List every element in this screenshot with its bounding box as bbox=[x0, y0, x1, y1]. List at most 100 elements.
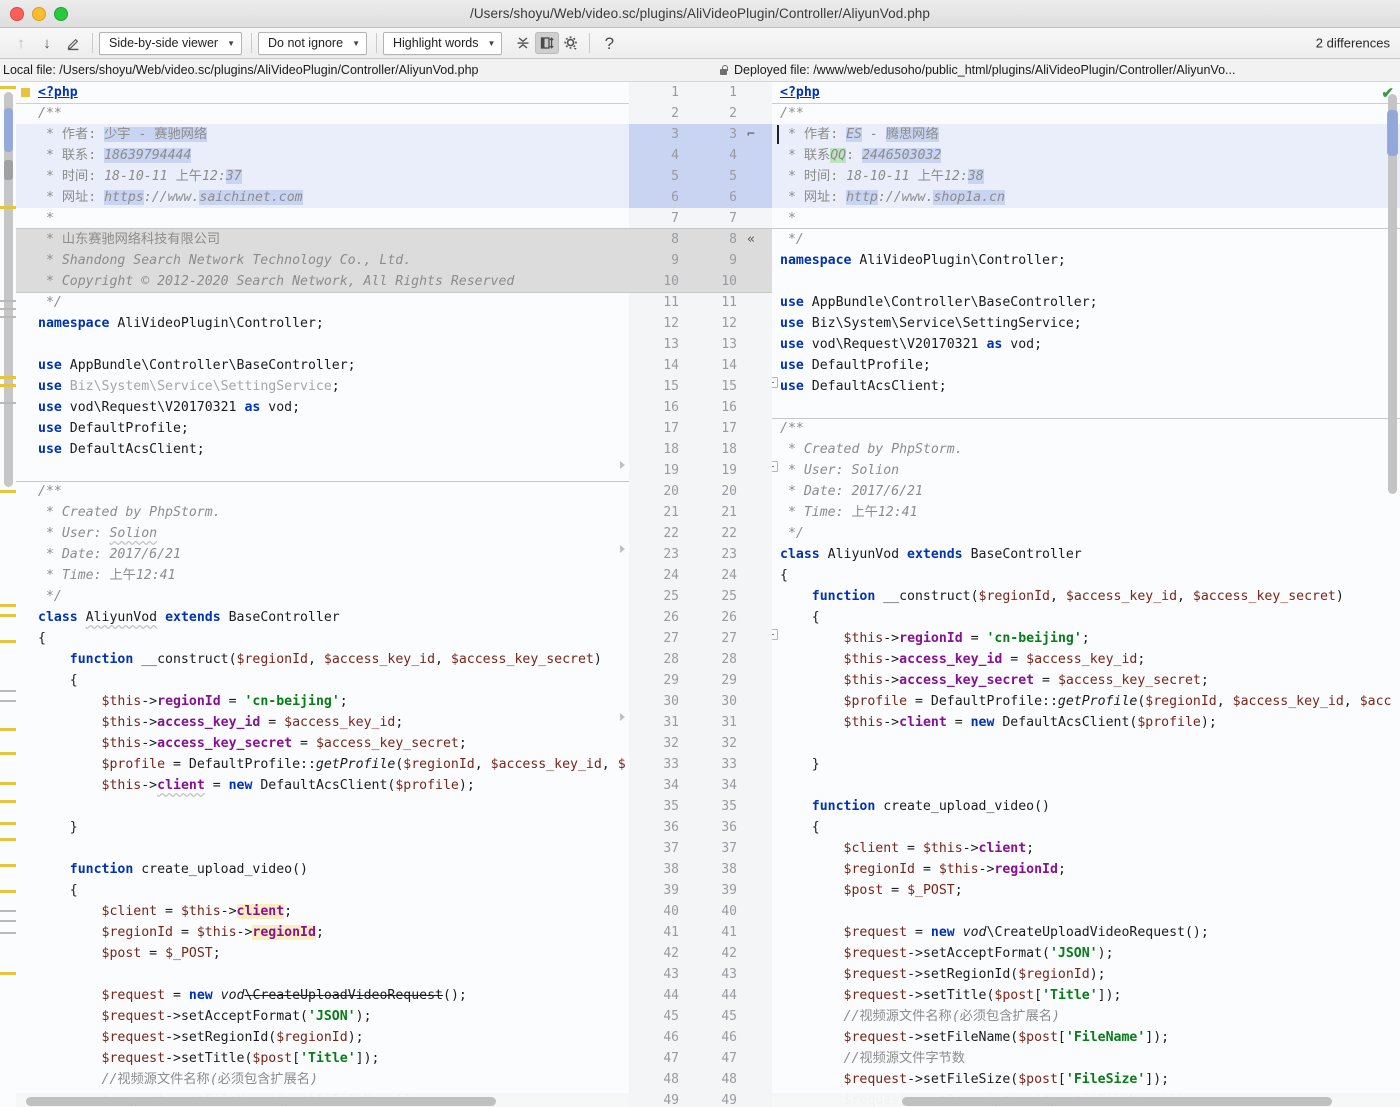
fold-triangle-1[interactable] bbox=[620, 461, 625, 469]
overview-marker-warn-1 bbox=[0, 206, 16, 209]
pencil-icon[interactable] bbox=[60, 31, 86, 55]
code-line: * 时间: 18-10-11 上午12:37 bbox=[38, 169, 242, 184]
overview-marker-modified bbox=[4, 108, 13, 152]
code-line: namespace AliVideoPlugin\Controller; bbox=[780, 253, 1066, 268]
fold-handle-3[interactable] bbox=[772, 629, 778, 640]
overview-marker-warn-12 bbox=[0, 822, 16, 825]
overview-marker-warn-13 bbox=[0, 838, 16, 841]
deployed-code-area[interactable]: <?php /** * 作者: ES - 腾思网络 * 联系QQ: 244650… bbox=[772, 82, 1400, 1107]
code-line: $this->access_key_secret = $access_key_s… bbox=[101, 736, 467, 751]
code-line: /** bbox=[38, 484, 62, 499]
code-line: $request->setTitle($post['Title']); bbox=[101, 1051, 380, 1066]
local-code-area[interactable]: <?php /** * 作者: 少宇 - 赛驰网络 * 联系: 18639794… bbox=[16, 82, 629, 1107]
code-line: $profile = DefaultProfile::getProfile($r… bbox=[101, 757, 626, 772]
collapse-glyph bbox=[517, 37, 529, 49]
code-line: $client = $this->client; bbox=[101, 904, 293, 919]
code-line: * Date: 2017/6/21 bbox=[780, 484, 923, 499]
help-icon[interactable]: ? bbox=[596, 31, 622, 55]
local-file-path: Local file: /Users/shoyu/Web/video.sc/pl… bbox=[3, 63, 479, 77]
code-line: $client = $this->client; bbox=[843, 841, 1035, 856]
code-line: * Time: 上午12:41 bbox=[38, 568, 176, 583]
code-line: class AliyunVod extends BaseController bbox=[780, 547, 1082, 562]
overview-marker-warn-6 bbox=[0, 614, 16, 617]
code-line: $this->client = new DefaultAcsClient($pr… bbox=[101, 778, 475, 793]
code-line: use DefaultAcsClient; bbox=[38, 442, 205, 457]
code-line: <?php bbox=[38, 85, 78, 100]
overview-marker-info-3 bbox=[0, 316, 16, 318]
code-line: //视频源文件名称(必须包含扩展名) bbox=[780, 1009, 1060, 1024]
right-horizontal-scrollbar[interactable] bbox=[902, 1097, 1332, 1106]
file-path-bar: Local file: /Users/shoyu/Web/video.sc/pl… bbox=[0, 59, 1400, 82]
code-line: //视频源文件字节数 bbox=[780, 1051, 965, 1066]
code-line: use DefaultAcsClient; bbox=[780, 379, 947, 394]
line-numbers-local: 1234 5678 9 10 11 12 13 14 15 16 17 18 19 20 21 22… bbox=[663, 85, 679, 1107]
left-overview-scrollbar[interactable] bbox=[0, 82, 16, 1107]
overview-marker-warn-7 bbox=[0, 640, 16, 643]
toolbar-separator-2 bbox=[251, 33, 252, 53]
code-line: * Created by PhpStorm. bbox=[780, 442, 963, 457]
viewer-mode-dropdown[interactable]: Side-by-side viewer ▼ bbox=[99, 31, 242, 55]
viewer-mode-label: Side-by-side viewer bbox=[109, 36, 219, 50]
diff-toolbar: ↑ ↓ Side-by-side viewer ▼ Do not ignore … bbox=[0, 28, 1400, 59]
fold-triangle-3[interactable] bbox=[620, 713, 625, 721]
code-line: { bbox=[38, 883, 78, 898]
gear-glyph bbox=[564, 35, 577, 50]
code-line: /** bbox=[780, 421, 804, 436]
code-line: * User: Solion bbox=[780, 463, 900, 478]
code-line: class AliyunVod extends BaseController bbox=[38, 610, 340, 625]
overview-marker-warn-16 bbox=[0, 972, 16, 975]
synchronize-scroll-icon[interactable] bbox=[535, 32, 560, 54]
code-line: $request->setRegionId($regionId); bbox=[843, 967, 1106, 982]
left-horizontal-scrollbar[interactable] bbox=[26, 1097, 496, 1106]
code-line: $request->setRegionId($regionId); bbox=[101, 1030, 364, 1045]
collapse-unchanged-icon[interactable] bbox=[511, 32, 535, 54]
chevron-down-icon: ▼ bbox=[487, 38, 496, 48]
overview-marker-info-8 bbox=[0, 920, 16, 922]
fold-handle-1[interactable] bbox=[772, 377, 778, 388]
code-line: * 时间: 18-10-11 上午12:38 bbox=[780, 169, 984, 184]
arrow-up-icon[interactable]: ↑ bbox=[8, 31, 34, 55]
overview-marker-info-2 bbox=[0, 308, 16, 310]
gear-icon[interactable] bbox=[559, 32, 583, 54]
code-line: */ bbox=[38, 589, 62, 604]
overview-marker-warn-9 bbox=[0, 752, 16, 755]
overview-marker-info-5 bbox=[0, 690, 16, 692]
sync-scroll-glyph bbox=[541, 37, 555, 49]
code-line: $request->setAcceptFormat('JSON'); bbox=[101, 1009, 372, 1024]
ignore-policy-dropdown[interactable]: Do not ignore ▼ bbox=[258, 31, 367, 55]
local-file-pane[interactable]: <?php /** * 作者: 少宇 - 赛驰网络 * 联系: 18639794… bbox=[16, 82, 629, 1107]
code-line: function __construct($regionId, $access_… bbox=[69, 652, 602, 667]
code-line: /** bbox=[38, 106, 62, 121]
fold-handle-2[interactable] bbox=[772, 461, 778, 472]
arrow-down-icon[interactable]: ↓ bbox=[34, 31, 60, 55]
overview-marker-warn-10 bbox=[0, 782, 16, 785]
deployed-file-path: Deployed file: /www/web/edusoho/public_h… bbox=[734, 63, 1236, 77]
code-line: use AppBundle\Controller\BaseController; bbox=[38, 358, 356, 373]
code-line: * Copyright © 2012-2020 Search Network, … bbox=[38, 274, 515, 289]
code-line: $this->access_key_secret = $access_key_s… bbox=[843, 673, 1209, 688]
fold-triangle-2[interactable] bbox=[620, 545, 625, 553]
code-line: $this->regionId = 'cn-beijing'; bbox=[101, 694, 348, 709]
code-line: $request->setTitle($post['Title']); bbox=[843, 988, 1122, 1003]
highlight-mode-dropdown[interactable]: Highlight words ▼ bbox=[382, 31, 503, 55]
code-line: $request = new vod\CreateUploadVideoRequ… bbox=[843, 925, 1209, 940]
code-line: <?php bbox=[780, 85, 820, 100]
code-line: */ bbox=[38, 295, 62, 310]
apply-change-icon[interactable]: ⌐ bbox=[742, 124, 760, 145]
code-line: use AppBundle\Controller\BaseController; bbox=[780, 295, 1098, 310]
code-line: { bbox=[38, 673, 78, 688]
revert-change-icon[interactable]: « bbox=[742, 229, 760, 250]
code-line: */ bbox=[780, 232, 804, 247]
overview-marker-warn-5 bbox=[0, 604, 16, 607]
code-line: $this->access_key_id = $access_key_id; bbox=[101, 715, 404, 730]
code-line: * 作者: 少宇 - 赛驰网络 bbox=[38, 127, 208, 142]
deployed-file-pane[interactable]: ✔ <?php /** * 作者: ES - 腾思网络 * 联系QQ: 2446… bbox=[772, 82, 1400, 1107]
code-line: function __construct($regionId, $access_… bbox=[811, 589, 1344, 604]
deployed-file-path-wrap: Deployed file: /www/web/edusoho/public_h… bbox=[713, 63, 1400, 77]
